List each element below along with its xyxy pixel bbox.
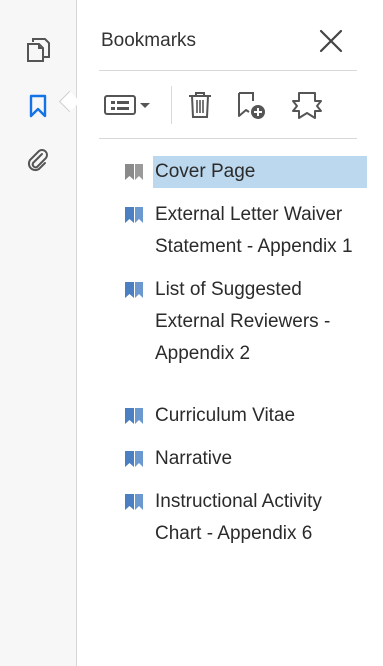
navigation-rail (0, 0, 81, 666)
bookmark-item-curriculum-vitae[interactable]: Curriculum Vitae (123, 400, 363, 432)
close-button[interactable] (317, 27, 345, 55)
bookmarks-button[interactable] (22, 90, 54, 122)
expand-bookmark-button[interactable] (287, 86, 327, 124)
bookmark-icon (29, 94, 47, 118)
bookmark-item-icon (125, 408, 143, 424)
bookmark-label: Instructional Activity Chart - Appendix … (155, 491, 322, 544)
options-menu-icon (104, 95, 150, 115)
bookmark-label: Narrative (155, 448, 233, 469)
bookmark-item-icon (125, 451, 143, 467)
close-icon (319, 29, 343, 53)
paperclip-icon (27, 149, 48, 172)
new-bookmark-icon (238, 92, 265, 119)
expand-bookmark-icon (292, 92, 322, 119)
bookmark-item-icon (125, 282, 143, 298)
bookmark-label: List of Suggested External Reviewers - A… (155, 279, 331, 364)
bookmark-item-icon (125, 207, 143, 223)
bookmark-item-icon (125, 494, 143, 510)
bookmark-list: Cover Page External Letter Waiver Statem… (123, 156, 367, 561)
bookmark-label: Curriculum Vitae (155, 405, 296, 426)
page-thumbnails-icon (27, 38, 50, 62)
panel-title: Bookmarks (101, 30, 197, 51)
delete-bookmark-button[interactable] (183, 86, 217, 124)
bookmark-item-icon (125, 164, 143, 180)
options-menu-button[interactable] (101, 86, 157, 124)
bookmark-label: Cover Page (153, 156, 367, 188)
attachments-button[interactable] (22, 144, 54, 176)
bookmark-item-instructional-activity[interactable]: Instructional Activity Chart - Appendix … (123, 486, 363, 550)
page-thumbnails-button[interactable] (22, 34, 54, 66)
bookmark-item-narrative[interactable]: Narrative (123, 443, 363, 475)
bookmark-item-external-letter[interactable]: External Letter Waiver Statement - Appen… (123, 199, 363, 263)
header-divider (99, 70, 357, 71)
bookmark-item-suggested-reviewers[interactable]: List of Suggested External Reviewers - A… (123, 274, 363, 370)
bookmarks-panel: Bookmarks Cover Page External Letter Wai… (77, 0, 383, 666)
toolbar-separator (171, 86, 172, 124)
bookmark-item-cover-page[interactable]: Cover Page (123, 156, 367, 188)
trash-icon (189, 92, 211, 118)
toolbar-divider (99, 138, 357, 139)
bookmark-label: External Letter Waiver Statement - Appen… (155, 204, 353, 257)
new-bookmark-button[interactable] (234, 86, 270, 124)
